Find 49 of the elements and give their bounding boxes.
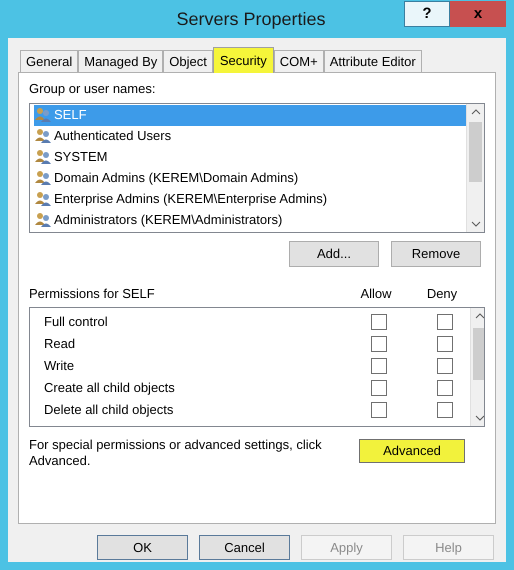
permission-name: Read	[44, 334, 76, 353]
users-icon	[34, 149, 52, 165]
users-icon	[34, 191, 52, 207]
checkbox[interactable]	[437, 402, 453, 418]
column-header: Deny	[426, 284, 458, 303]
checkbox[interactable]	[371, 402, 387, 418]
users-icon	[34, 107, 52, 123]
checkbox[interactable]	[437, 380, 453, 396]
window-title: Servers Properties	[176, 8, 326, 31]
tab[interactable]: Managed By	[78, 50, 164, 72]
advanced-text: For special permissions or advanced settings, click Advanced.	[29, 436, 323, 468]
permission-name: Full control	[44, 312, 109, 331]
column-header: Allow	[359, 284, 393, 303]
tab[interactable]: Object	[163, 50, 213, 72]
checkbox[interactable]	[437, 314, 453, 330]
users-icon	[34, 212, 52, 228]
user-item[interactable]: Authenticated Users	[34, 126, 466, 146]
scrollbar-thumb[interactable]	[473, 328, 484, 380]
user-item[interactable]: SYSTEM	[34, 146, 466, 168]
permission-name: Delete all child objects	[44, 400, 174, 419]
dialog-button[interactable]: OK	[97, 535, 188, 560]
scrollbar[interactable]	[466, 104, 484, 232]
users-label: Group or user names:	[29, 80, 156, 98]
checkbox[interactable]	[371, 358, 387, 374]
user-item[interactable]: Enterprise Admins (KEREM\Enterprise Admins)	[34, 188, 466, 210]
close-button[interactable]: x	[450, 1, 506, 27]
dialog-button[interactable]: Cancel	[199, 535, 290, 560]
tab[interactable]: Security	[212, 47, 274, 73]
checkbox[interactable]	[371, 314, 387, 330]
permissions-label: Permissions for SELF	[29, 284, 156, 303]
tab[interactable]: General	[20, 50, 78, 72]
permission-name: Write	[44, 356, 76, 375]
help-button[interactable]: ?	[404, 1, 450, 27]
user-item[interactable]: Domain Admins (KEREM\Domain Admins)	[34, 168, 466, 188]
scrollbar[interactable]	[470, 308, 484, 426]
user-item[interactable]: Administrators (KEREM\Administrators)	[34, 210, 466, 230]
advanced-button[interactable]: Advanced	[359, 438, 465, 462]
checkbox[interactable]	[371, 336, 387, 352]
list-button[interactable]: Remove	[391, 240, 481, 266]
checkbox[interactable]	[437, 336, 453, 352]
list-button[interactable]: Add...	[289, 240, 379, 266]
scrollbar-thumb[interactable]	[469, 122, 482, 182]
users-icon	[34, 128, 52, 144]
checkbox[interactable]	[371, 380, 387, 396]
checkbox[interactable]	[437, 358, 453, 374]
permission-name: Create all child objects	[44, 378, 176, 397]
tab[interactable]: Attribute Editor	[324, 50, 422, 72]
users-icon	[34, 170, 52, 186]
tab[interactable]: COM+	[274, 50, 324, 72]
